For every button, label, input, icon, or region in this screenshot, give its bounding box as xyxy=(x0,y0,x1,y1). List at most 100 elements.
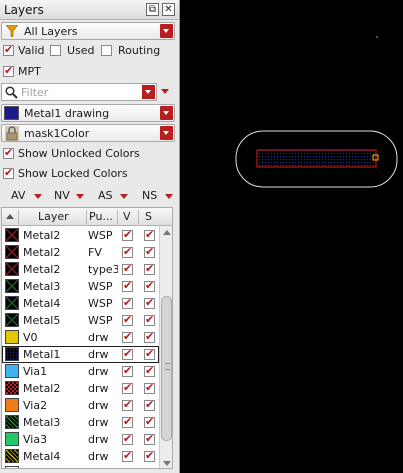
selectable-checkbox[interactable] xyxy=(144,347,155,360)
layer-swatch[interactable] xyxy=(5,228,19,242)
table-row[interactable]: Metal2 type3 xyxy=(2,261,159,278)
visible-checkbox[interactable] xyxy=(122,313,133,326)
as-dropdown-icon[interactable] xyxy=(120,194,128,199)
routing-checkbox[interactable] xyxy=(101,45,112,56)
av-button[interactable]: AV xyxy=(11,189,25,202)
current-layer-combo[interactable]: Metal1 drawing xyxy=(1,104,175,122)
visible-checkbox[interactable] xyxy=(122,296,133,309)
layer-swatch[interactable] xyxy=(5,398,19,412)
layer-swatch[interactable] xyxy=(5,449,19,463)
selectable-checkbox[interactable] xyxy=(144,262,155,275)
metal1-shape[interactable] xyxy=(256,149,377,168)
ns-button[interactable]: NS xyxy=(142,189,157,202)
selectable-checkbox[interactable] xyxy=(144,398,155,411)
mask-color-combo[interactable]: mask1Color xyxy=(1,124,175,142)
nv-dropdown-icon[interactable] xyxy=(76,194,84,199)
table-row[interactable]: Metal2 FV xyxy=(2,244,159,261)
layer-name: Metal4 xyxy=(23,297,61,310)
layer-swatch[interactable] xyxy=(5,245,19,259)
table-row[interactable]: Via1 drw xyxy=(2,363,159,380)
table-row[interactable]: Via2 drw xyxy=(2,397,159,414)
visible-checkbox[interactable] xyxy=(122,262,133,275)
filter-dropdown-button[interactable] xyxy=(142,85,155,99)
header-purpose[interactable]: Pu... xyxy=(89,210,113,223)
scroll-thumb[interactable] xyxy=(161,296,172,441)
selectable-checkbox[interactable] xyxy=(145,466,154,468)
layer-swatch[interactable] xyxy=(5,432,19,446)
layer-swatch[interactable] xyxy=(5,262,19,276)
selectable-checkbox[interactable] xyxy=(144,364,155,377)
layer-swatch[interactable] xyxy=(5,330,19,344)
selectable-checkbox[interactable] xyxy=(144,245,155,258)
filter-input[interactable]: Filter xyxy=(1,83,157,101)
table-row[interactable]: Via3 drw xyxy=(2,431,159,448)
selectable-checkbox[interactable] xyxy=(144,381,155,394)
selectable-checkbox[interactable] xyxy=(144,279,155,292)
layer-swatch[interactable] xyxy=(5,415,19,429)
layer-swatch[interactable] xyxy=(5,279,19,293)
selectable-checkbox[interactable] xyxy=(144,313,155,326)
filter-menu-icon[interactable] xyxy=(161,89,169,94)
close-icon[interactable]: ✕ xyxy=(162,3,175,16)
float-icon[interactable]: ⧉ xyxy=(146,3,159,16)
ns-dropdown-icon[interactable] xyxy=(165,194,173,199)
used-checkbox[interactable] xyxy=(50,45,61,56)
layer-swatch[interactable] xyxy=(5,466,19,468)
table-row[interactable]: Metal2 WSP xyxy=(2,227,159,244)
sort-icon[interactable] xyxy=(6,214,14,219)
table-row[interactable]: Metal1 drw xyxy=(2,346,159,363)
visible-checkbox[interactable] xyxy=(122,228,133,241)
scroll-down-icon[interactable] xyxy=(163,461,171,466)
table-row[interactable]: V0 drw xyxy=(2,329,159,346)
search-icon xyxy=(5,86,18,99)
layer-swatch[interactable] xyxy=(5,313,19,327)
vertical-scrollbar[interactable] xyxy=(159,226,172,468)
selectable-checkbox[interactable] xyxy=(144,228,155,241)
visible-checkbox[interactable] xyxy=(122,347,133,360)
mpt-label: MPT xyxy=(18,65,41,78)
table-row[interactable]: Metal5 WSP xyxy=(2,312,159,329)
layout-canvas[interactable] xyxy=(181,0,403,473)
table-row[interactable]: Metal2 drw xyxy=(2,380,159,397)
visible-checkbox[interactable] xyxy=(122,330,133,343)
layer-set-combo[interactable]: All Layers xyxy=(1,22,175,40)
selectable-checkbox[interactable] xyxy=(144,296,155,309)
layer-purpose: FV xyxy=(88,246,102,259)
visible-checkbox[interactable] xyxy=(122,364,133,377)
selectable-checkbox[interactable] xyxy=(144,330,155,343)
chevron-down-icon xyxy=(160,126,173,140)
table-row[interactable]: Metal3 drw xyxy=(2,414,159,431)
table-row[interactable]: Metal4 drw xyxy=(2,448,159,465)
layer-name: Metal2 xyxy=(23,229,61,242)
mpt-checkbox[interactable] xyxy=(3,64,14,77)
as-button[interactable]: AS xyxy=(98,189,113,202)
av-dropdown-icon[interactable] xyxy=(34,194,42,199)
visible-checkbox[interactable] xyxy=(122,245,133,258)
header-visible[interactable]: V xyxy=(123,210,131,223)
selectable-checkbox[interactable] xyxy=(144,415,155,428)
scroll-up-icon[interactable] xyxy=(163,230,171,235)
layer-swatch[interactable] xyxy=(5,296,19,310)
valid-checkbox[interactable] xyxy=(3,43,14,56)
visible-checkbox[interactable] xyxy=(122,449,133,462)
selectable-checkbox[interactable] xyxy=(144,449,155,462)
show-unlocked-checkbox[interactable] xyxy=(3,146,14,159)
visible-checkbox[interactable] xyxy=(122,279,133,292)
visible-checkbox[interactable] xyxy=(122,432,133,445)
layer-swatch[interactable] xyxy=(5,381,19,395)
header-layer[interactable]: Layer xyxy=(38,210,69,223)
visible-checkbox[interactable] xyxy=(122,381,133,394)
layer-swatch[interactable] xyxy=(5,364,19,378)
visible-checkbox[interactable] xyxy=(122,415,133,428)
selectable-checkbox[interactable] xyxy=(144,432,155,445)
show-locked-checkbox[interactable] xyxy=(3,166,14,179)
table-row[interactable]: Metal3 WSP xyxy=(2,278,159,295)
layer-swatch[interactable] xyxy=(5,347,19,361)
table-row[interactable] xyxy=(2,465,159,468)
nv-button[interactable]: NV xyxy=(54,189,70,202)
visible-checkbox[interactable] xyxy=(122,398,133,411)
header-selectable[interactable]: S xyxy=(145,210,152,223)
layer-purpose: WSP xyxy=(88,297,113,310)
visible-checkbox[interactable] xyxy=(123,466,132,468)
table-row[interactable]: Metal4 WSP xyxy=(2,295,159,312)
